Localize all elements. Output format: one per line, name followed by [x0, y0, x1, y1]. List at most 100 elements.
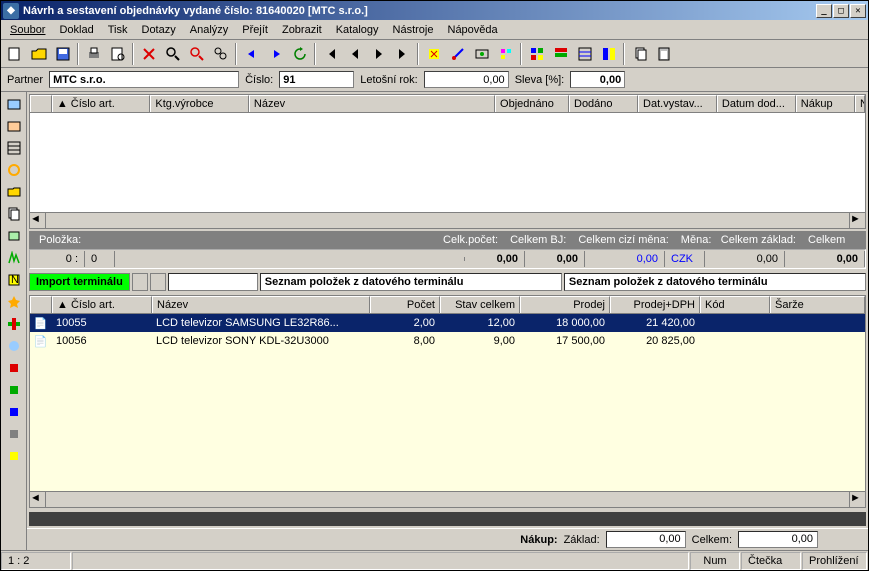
g2-kod[interactable]: Kód — [700, 296, 770, 313]
lb-15[interactable] — [4, 402, 24, 422]
sr-d: 0,00 — [525, 251, 585, 267]
lb-4[interactable] — [4, 160, 24, 180]
tb-view1[interactable] — [525, 43, 548, 65]
tb-view2[interactable] — [549, 43, 572, 65]
lb-17[interactable] — [4, 446, 24, 466]
menu-soubor[interactable]: Soubor — [3, 22, 52, 38]
gh-nak[interactable]: Nákup — [796, 95, 855, 112]
sh-celkemzaklad: Celkem základ: — [715, 234, 802, 246]
menu-napoveda[interactable]: Nápověda — [441, 22, 505, 38]
menu-tisk[interactable]: Tisk — [101, 22, 135, 38]
lower-grid-body[interactable]: 📄10055LCD televizor SAMSUNG LE32R86...2,… — [30, 314, 865, 491]
app-icon: ◆ — [3, 3, 19, 19]
gh-ktg[interactable]: Ktg.výrobce — [150, 95, 249, 112]
menu-prejit[interactable]: Přejít — [235, 22, 275, 38]
row-sarze — [770, 339, 865, 343]
menu-doklad[interactable]: Doklad — [52, 22, 100, 38]
letosni-input[interactable] — [424, 71, 509, 88]
sleva-input[interactable] — [570, 71, 625, 88]
lb-16[interactable] — [4, 424, 24, 444]
sh-celkemcizi: Celkem cizí měna: — [572, 234, 674, 246]
g2-pocet[interactable]: Počet — [370, 296, 440, 313]
nakup-label: Nákup: — [520, 534, 557, 546]
gb-1[interactable] — [132, 273, 148, 291]
lower-grid-scroll[interactable]: ◄► — [30, 491, 865, 507]
g2-sarze[interactable]: Šarže — [770, 296, 865, 313]
lb-10[interactable] — [4, 292, 24, 312]
gh-datd[interactable]: Datum dod... — [717, 95, 796, 112]
tb-delete[interactable] — [137, 43, 160, 65]
lb-12[interactable] — [4, 336, 24, 356]
gh-datv[interactable]: Dat.vystav... — [638, 95, 717, 112]
lower-grid: ▲ Číslo art. Název Počet Stav celkem Pro… — [29, 295, 866, 508]
menu-zobrazit[interactable]: Zobrazit — [275, 22, 329, 38]
g2-stav[interactable]: Stav celkem — [440, 296, 520, 313]
table-row[interactable]: 📄10055LCD televizor SAMSUNG LE32R86...2,… — [30, 314, 865, 332]
sr-e: 0,00 — [585, 251, 665, 267]
tb-paste[interactable] — [652, 43, 675, 65]
close-button[interactable]: ✕ — [850, 4, 866, 18]
tb-open[interactable] — [27, 43, 50, 65]
tb-copy[interactable] — [628, 43, 651, 65]
cislo-input[interactable] — [279, 71, 354, 88]
tb-tool2[interactable] — [446, 43, 469, 65]
zaklad-value: 0,00 — [606, 531, 686, 548]
g2-nazev[interactable]: Název — [152, 296, 370, 313]
lb-7[interactable] — [4, 226, 24, 246]
maximize-button[interactable]: □ — [833, 4, 849, 18]
lb-2[interactable] — [4, 116, 24, 136]
gb-box1[interactable] — [168, 273, 258, 291]
celkem-value: 0,00 — [738, 531, 818, 548]
gh-obj[interactable]: Objednáno — [495, 95, 569, 112]
tb-find[interactable] — [161, 43, 184, 65]
gb-2[interactable] — [150, 273, 166, 291]
gh-check[interactable] — [30, 95, 52, 112]
g2-prodej[interactable]: Prodej — [520, 296, 610, 313]
upper-grid-body[interactable] — [30, 113, 865, 212]
tb-first[interactable] — [319, 43, 342, 65]
tb-findall[interactable] — [209, 43, 232, 65]
menu-analyzy[interactable]: Analýzy — [183, 22, 236, 38]
lb-3[interactable] — [4, 138, 24, 158]
tb-view3[interactable] — [573, 43, 596, 65]
lb-13[interactable] — [4, 358, 24, 378]
lb-14[interactable] — [4, 380, 24, 400]
tb-print[interactable] — [82, 43, 105, 65]
gh-cislo[interactable]: ▲ Číslo art. — [52, 95, 151, 112]
tb-undo[interactable] — [240, 43, 263, 65]
lb-11[interactable] — [4, 314, 24, 334]
sh-celkpocet: Celk.počet: — [437, 234, 504, 246]
menu-katalogy[interactable]: Katalogy — [329, 22, 386, 38]
menu-nastroje[interactable]: Nástroje — [386, 22, 441, 38]
tb-view4[interactable] — [597, 43, 620, 65]
tb-preview[interactable] — [106, 43, 129, 65]
lb-1[interactable] — [4, 94, 24, 114]
g2-chk[interactable] — [30, 296, 52, 313]
partner-input[interactable] — [49, 71, 239, 88]
tb-save[interactable] — [51, 43, 74, 65]
gh-dod[interactable]: Dodáno — [569, 95, 638, 112]
lb-5[interactable] — [4, 182, 24, 202]
tb-tool3[interactable] — [470, 43, 493, 65]
tb-redo[interactable] — [264, 43, 287, 65]
menu-dotazy[interactable]: Dotazy — [135, 22, 183, 38]
tb-tool1[interactable] — [422, 43, 445, 65]
tb-findred[interactable] — [185, 43, 208, 65]
lb-8[interactable] — [4, 248, 24, 268]
lb-9[interactable]: N — [4, 270, 24, 290]
table-row[interactable]: 📄10056LCD televizor SONY KDL-32U30008,00… — [30, 332, 865, 350]
g2-cislo[interactable]: ▲ Číslo art. — [52, 296, 152, 313]
tb-new[interactable] — [3, 43, 26, 65]
tb-tool4[interactable] — [494, 43, 517, 65]
tb-refresh[interactable] — [288, 43, 311, 65]
import-button[interactable]: Import terminálu — [29, 273, 130, 291]
gh-nazev[interactable]: Název — [249, 95, 495, 112]
gh-nakv[interactable]: Nákup v. — [855, 95, 865, 112]
g2-proddph[interactable]: Prodej+DPH — [610, 296, 700, 313]
upper-grid-scroll[interactable]: ◄► — [30, 212, 865, 228]
lb-6[interactable] — [4, 204, 24, 224]
tb-last[interactable] — [391, 43, 414, 65]
tb-prev[interactable] — [343, 43, 366, 65]
tb-next[interactable] — [367, 43, 390, 65]
minimize-button[interactable]: _ — [816, 4, 832, 18]
